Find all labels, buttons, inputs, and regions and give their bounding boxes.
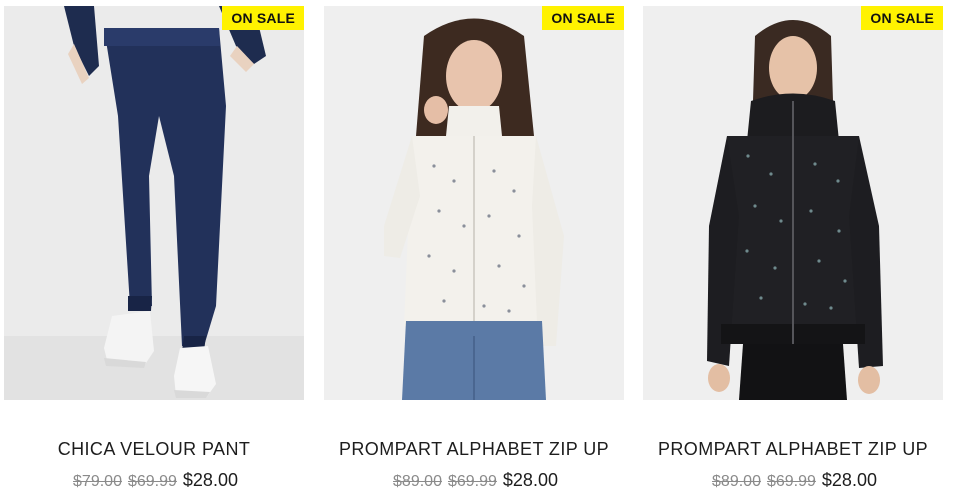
product-card[interactable]: ON SALE PROMPART ALPHABET ZIP UP $89.00 $… [324, 0, 624, 501]
original-price: $89.00 [712, 473, 761, 490]
product-grid: ON SALE CHICA VELOUR PANT $79.00 $69.99 $2… [0, 0, 954, 501]
on-sale-badge: ON SALE [222, 6, 304, 30]
previous-price: $69.99 [447, 473, 497, 490]
product-name[interactable]: CHICA VELOUR PANT [4, 439, 304, 460]
product-image-navy-pants[interactable] [4, 6, 304, 400]
sale-price: $28.00 [821, 470, 877, 490]
product-card[interactable]: ON SALE CHICA VELOUR PANT $79.00 $69.99 $2… [4, 0, 304, 501]
original-price: $89.00 [393, 473, 442, 490]
product-image-white-zip-up[interactable] [324, 6, 624, 400]
sale-price: $28.00 [502, 470, 558, 490]
previous-price: $69.99 [127, 473, 177, 490]
sale-price: $28.00 [182, 470, 238, 490]
previous-price: $69.99 [766, 473, 816, 490]
product-name[interactable]: PROMPART ALPHABET ZIP UP [324, 439, 624, 460]
on-sale-badge: ON SALE [542, 6, 624, 30]
product-name[interactable]: PROMPART ALPHABET ZIP UP [643, 439, 943, 460]
original-price: $79.00 [73, 473, 122, 490]
product-prices: $79.00 $69.99 $28.00 [4, 470, 304, 491]
product-image-black-zip-up[interactable] [643, 6, 943, 400]
product-prices: $89.00 $69.99 $28.00 [643, 470, 943, 491]
product-prices: $89.00 $69.99 $28.00 [324, 470, 624, 491]
on-sale-badge: ON SALE [861, 6, 943, 30]
product-card[interactable]: ON SALE PROMPART ALPHABET ZIP UP $89.00 $… [643, 0, 943, 501]
